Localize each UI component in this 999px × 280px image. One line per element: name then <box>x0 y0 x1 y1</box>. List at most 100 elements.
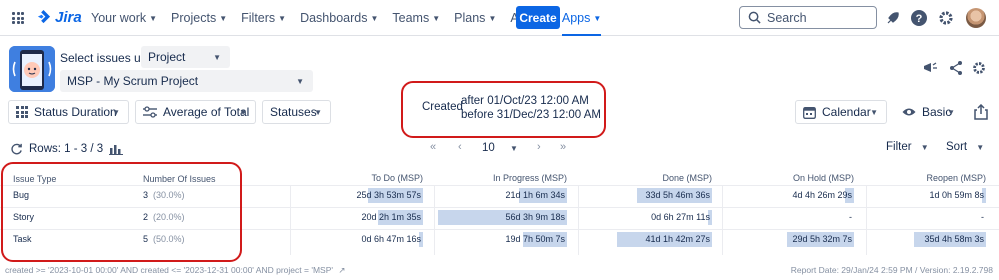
jql-query: created >= '2023-10-01 00:00' AND create… <box>5 265 346 276</box>
search-placeholder: Search <box>767 10 807 25</box>
statuses-label: Statuses <box>270 105 317 119</box>
col-status-header[interactable]: To Do (MSP) <box>371 173 423 183</box>
prev-page-icon[interactable]: ‹ <box>458 141 462 153</box>
chevron-down-icon: ▼ <box>870 107 878 117</box>
bar-chart-icon[interactable] <box>109 143 124 155</box>
chevron-down-icon: ▼ <box>219 13 228 23</box>
refresh-icon[interactable] <box>10 143 23 156</box>
chevron-down-icon: ▼ <box>947 107 955 117</box>
rows-info: Rows: 1 - 3 / 3 <box>10 141 124 157</box>
filter-label: Filter <box>886 141 912 153</box>
search-input[interactable]: Search <box>739 6 877 29</box>
chevron-down-icon: ▼ <box>593 13 602 23</box>
filter-button[interactable]: Filter ▼ <box>886 141 929 153</box>
col-status-header[interactable]: In Progress (MSP) <box>493 173 567 183</box>
chevron-down-icon: ▼ <box>314 107 322 117</box>
duration-value: 41d 1h 42m 27s <box>645 234 710 244</box>
project-value: MSP - My Scrum Project <box>67 74 199 88</box>
duration-value: 21d 1h 6m 34s <box>505 190 565 200</box>
aggregation-select[interactable]: Average of Total ▼ <box>135 100 256 124</box>
search-icon <box>748 11 761 24</box>
nav-item-label: Your work <box>91 11 147 25</box>
col-status-header[interactable]: Done (MSP) <box>662 173 712 183</box>
first-page-icon[interactable]: « <box>430 141 436 153</box>
grid-icon <box>16 106 28 118</box>
chevron-down-icon: ▼ <box>239 107 247 117</box>
chevron-down-icon: ▼ <box>920 143 929 152</box>
nav-item-teams[interactable]: Teams ▼ <box>385 0 447 36</box>
user-avatar[interactable] <box>966 8 986 28</box>
duration-value: 0d 6h 47m 16s <box>361 234 421 244</box>
duration-value: 19d 7h 50m 7s <box>505 234 565 244</box>
share-icon[interactable] <box>947 59 965 77</box>
page-size-value: 10 <box>482 142 495 154</box>
chevron-down-icon: ▼ <box>432 13 441 23</box>
jira-logo[interactable]: Jira <box>36 9 82 26</box>
duration-value: 4d 4h 26m 29s <box>792 190 852 200</box>
announcement-icon[interactable] <box>921 59 939 77</box>
create-button[interactable]: Create <box>516 6 560 29</box>
external-link-icon[interactable]: ↗ <box>338 265 345 275</box>
last-page-icon[interactable]: » <box>560 141 566 153</box>
nav-item-plans[interactable]: Plans ▼ <box>447 0 503 36</box>
page-size-select[interactable]: 10 ▼ <box>482 142 518 154</box>
jira-logo-icon <box>37 10 51 24</box>
nav-item-label: Teams <box>392 11 430 25</box>
next-page-icon[interactable]: › <box>537 141 541 153</box>
nav-item-projects[interactable]: Projects ▼ <box>164 0 234 36</box>
chevron-down-icon: ▼ <box>112 107 120 117</box>
nav-item-label: Projects <box>171 11 217 25</box>
created-label: Created <box>422 101 463 113</box>
nav-item-apps[interactable]: Apps ▼ <box>555 0 608 36</box>
chevron-down-icon: ▼ <box>213 52 221 62</box>
issue-source-select[interactable]: Project ▼ <box>141 46 230 68</box>
chevron-down-icon: ▼ <box>370 13 379 23</box>
jql-text: created >= '2023-10-01 00:00' AND create… <box>5 265 333 275</box>
duration-value: 33d 5h 46m 36s <box>645 190 710 200</box>
duration-value: 56d 3h 9m 18s <box>505 212 565 222</box>
nav-item-filters[interactable]: Filters ▼ <box>234 0 293 36</box>
duration-value: 25d 3h 53m 57s <box>356 190 421 200</box>
calendar-select[interactable]: Calendar ▼ <box>795 100 887 124</box>
app-logo-icon <box>9 46 55 92</box>
calendar-icon <box>803 106 816 119</box>
chevron-down-icon: ▼ <box>976 143 985 152</box>
nav-item-dashboards[interactable]: Dashboards ▼ <box>293 0 385 36</box>
chevron-down-icon: ▼ <box>278 13 287 23</box>
duration-value: 20d 2h 1m 35s <box>361 212 421 222</box>
aggregation-label: Average of Total <box>163 105 250 119</box>
settings-icon[interactable] <box>970 59 988 77</box>
col-status-header[interactable]: Reopen (MSP) <box>926 173 986 183</box>
statuses-select[interactable]: Statuses ▼ <box>262 100 331 124</box>
duration-value: 0d 6h 27m 11s <box>651 212 710 222</box>
view-mode-select[interactable]: Basic ▼ <box>894 100 964 124</box>
sliders-icon <box>143 106 157 118</box>
status-duration-select[interactable]: Status Duration ▼ <box>8 100 129 124</box>
created-after-value[interactable]: after 01/Oct/23 12:00 AM <box>461 95 589 107</box>
export-icon[interactable] <box>972 103 990 121</box>
eye-icon <box>902 108 916 116</box>
issue-columns-highlight <box>1 162 242 262</box>
status-duration-label: Status Duration <box>34 105 117 119</box>
duration-value: 35d 4h 58m 3s <box>924 234 984 244</box>
sort-button[interactable]: Sort ▼ <box>946 141 984 153</box>
svg-text:?: ? <box>916 13 923 25</box>
col-status-header[interactable]: On Hold (MSP) <box>793 173 854 183</box>
nav-item-label: Plans <box>454 11 486 25</box>
notifications-icon[interactable] <box>883 8 903 28</box>
chevron-down-icon: ▼ <box>296 76 304 86</box>
issue-source-value: Project <box>148 50 186 64</box>
app-switcher-icon[interactable] <box>12 12 24 24</box>
duration-value: - <box>849 212 852 222</box>
nav-item-label: Apps <box>561 11 591 25</box>
sort-label: Sort <box>946 141 968 153</box>
duration-value: - <box>981 212 984 222</box>
help-icon[interactable]: ? <box>909 8 929 28</box>
top-navigation: Jira Your work ▼ Projects ▼ Filters ▼ Dashboar… <box>0 0 999 36</box>
logo-text: Jira <box>55 9 82 26</box>
project-select[interactable]: MSP - My Scrum Project ▼ <box>60 70 313 92</box>
created-before-value[interactable]: before 31/Dec/23 12:00 AM <box>461 109 601 121</box>
nav-item-your-work[interactable]: Your work ▼ <box>84 0 164 36</box>
chevron-down-icon: ▼ <box>149 13 158 23</box>
settings-gear-icon[interactable] <box>936 8 956 28</box>
